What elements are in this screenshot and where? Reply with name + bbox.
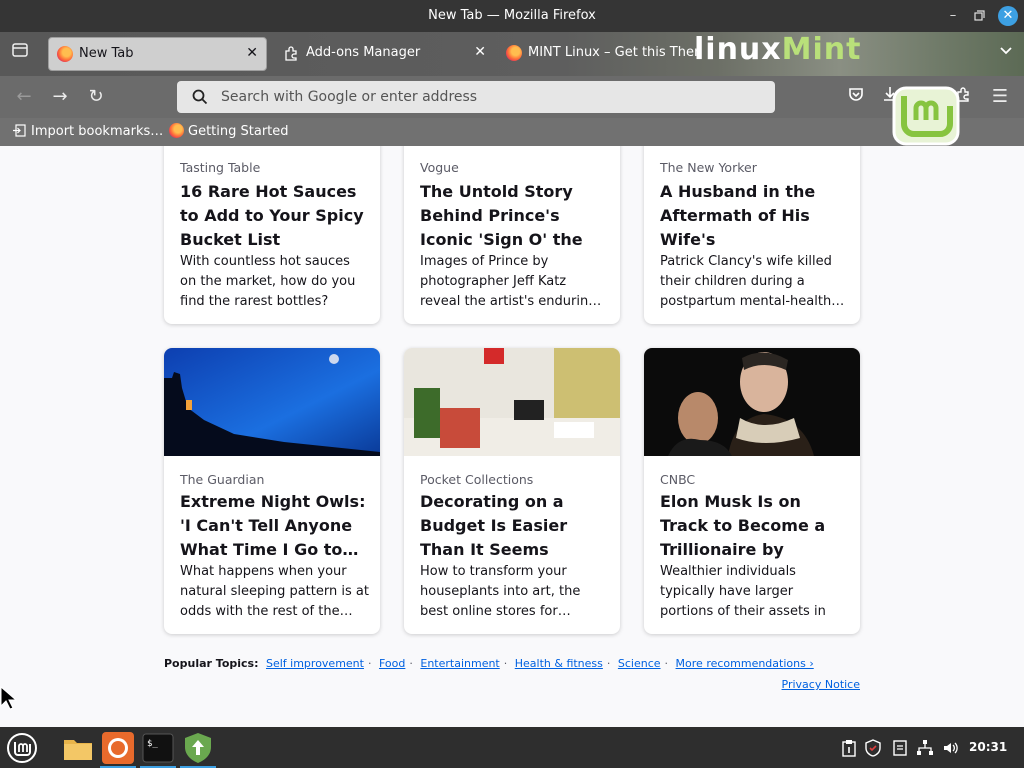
story-headline: Extreme Night Owls: 'I Can't Tell Anyone… [180,492,366,559]
bookmark-label: Getting Started [188,124,289,139]
story-excerpt: What happens when your natural sleeping … [180,564,369,619]
close-tab-icon[interactable]: ✕ [246,45,258,61]
hamburger-menu-icon[interactable]: ☰ [988,85,1012,109]
story-headline: Decorating on a Budget Is Easier Than It… [420,492,568,559]
popular-topics-label: Popular Topics: [164,657,259,670]
story-source: Pocket Collections [420,472,534,487]
tab-addons-manager[interactable]: Add-ons Manager ✕ [276,37,494,71]
bookmark-getting-started[interactable]: Getting Started [169,123,289,139]
tab-label: New Tab [79,46,134,61]
taskbar: $_ 20:31 [0,727,1024,768]
maximize-button[interactable] [969,6,989,26]
tab-label: Add-ons Manager [306,45,421,60]
shield-icon[interactable] [864,739,882,757]
address-bar[interactable] [177,81,775,113]
privacy-notice-link[interactable]: Privacy Notice [782,678,860,691]
close-window-button[interactable]: ✕ [998,6,1018,26]
story-excerpt: Patrick Clancy's wife killed their child… [660,254,845,309]
terminal-icon[interactable]: $_ [140,730,176,768]
story-card[interactable]: The Guardian Extreme Night Owls: 'I Can'… [164,348,380,634]
forward-arrow-icon[interactable]: → [48,85,72,109]
story-thumbnail [644,348,860,456]
notes-icon[interactable] [891,739,909,757]
bookmarks-toolbar: Import bookmarks… Getting Started [0,118,1024,146]
address-input[interactable] [221,87,761,107]
title-bar: New Tab — Mozilla Firefox – ✕ [0,0,1024,32]
navigation-toolbar: ← → ↻ ☰ [0,76,1024,118]
tab-label: MINT Linux – Get this Theme for Firefox [528,45,698,60]
popular-topics: Popular Topics: Self improvement · Food · … [164,657,814,670]
story-headline: Elon Musk Is on Track to Become a Trilli… [660,492,826,559]
import-icon [12,123,27,138]
volume-icon[interactable] [942,739,960,757]
story-excerpt: Wealthier individuals typically have lar… [660,564,826,619]
story-source: The New Yorker [660,160,757,175]
mint-menu-icon[interactable] [4,730,40,766]
story-excerpt: With countless hot sauces on the market,… [180,254,356,309]
topic-link[interactable]: Science [618,657,661,670]
story-card[interactable]: Vogue The Untold Story Behind Prince's I… [404,146,620,324]
bookmark-import[interactable]: Import bookmarks… [12,123,163,139]
theme-linux-mint-wordmark: linuxMint [694,32,862,67]
tab-list-icon[interactable] [8,41,32,65]
back-arrow-icon[interactable]: ← [12,85,36,109]
story-source: The Guardian [180,472,265,487]
window-title: New Tab — Mozilla Firefox [428,8,596,23]
story-headline: The Untold Story Behind Prince's Iconic … [420,182,583,249]
svg-text:$_: $_ [147,739,158,749]
topic-link[interactable]: Health & fitness [515,657,603,670]
bookmark-label: Import bookmarks… [31,124,164,139]
story-card[interactable]: The New Yorker A Husband in the Aftermat… [644,146,860,324]
story-headline: A Husband in the Aftermath of His Wife's… [660,182,816,249]
minimize-button[interactable]: – [943,6,963,26]
network-icon[interactable] [916,739,934,757]
topic-link[interactable]: Entertainment [420,657,499,670]
search-icon [192,89,208,105]
firefox-icon [506,45,522,61]
story-source: Vogue [420,160,459,175]
pocket-icon[interactable] [844,85,868,109]
puzzle-icon [284,45,300,61]
new-tab-page: Tasting Table 16 Rare Hot Sauces to Add … [0,146,1024,727]
story-source: CNBC [660,472,696,487]
update-manager-icon[interactable] [180,730,216,768]
tab-new-tab[interactable]: New Tab ✕ [48,37,267,71]
story-card[interactable]: Pocket Collections Decorating on a Budge… [404,348,620,634]
tab-mint-theme[interactable]: MINT Linux – Get this Theme for Firefox [498,37,704,71]
folder-icon[interactable] [60,730,96,766]
reload-icon[interactable]: ↻ [84,85,108,109]
story-thumbnail [404,348,620,456]
mouse-pointer-icon [0,686,18,710]
clipboard-icon[interactable] [840,739,858,757]
story-excerpt: Images of Prince by photographer Jeff Ka… [420,254,602,309]
story-source: Tasting Table [180,160,261,175]
story-headline: 16 Rare Hot Sauces to Add to Your Spicy … [180,182,364,249]
topic-link[interactable]: Food [379,657,405,670]
firefox-taskbar-icon[interactable] [100,730,136,768]
close-tab-icon[interactable]: ✕ [474,44,486,60]
story-thumbnail [164,348,380,456]
more-recommendations-link[interactable]: More recommendations › [676,657,814,670]
story-card[interactable]: CNBC Elon Musk Is on Track to Become a T… [644,348,860,634]
story-card[interactable]: Tasting Table 16 Rare Hot Sauces to Add … [164,146,380,324]
clock[interactable]: 20:31 [969,740,1007,754]
mint-logo-icon [890,84,962,146]
firefox-icon [169,123,184,138]
story-excerpt: How to transform your houseplants into a… [420,564,581,619]
topic-link[interactable]: Self improvement [266,657,364,670]
chevron-down-icon[interactable] [994,41,1018,65]
tab-strip: New Tab ✕ Add-ons Manager ✕ MINT Linux –… [0,32,1024,76]
firefox-icon [57,46,73,62]
